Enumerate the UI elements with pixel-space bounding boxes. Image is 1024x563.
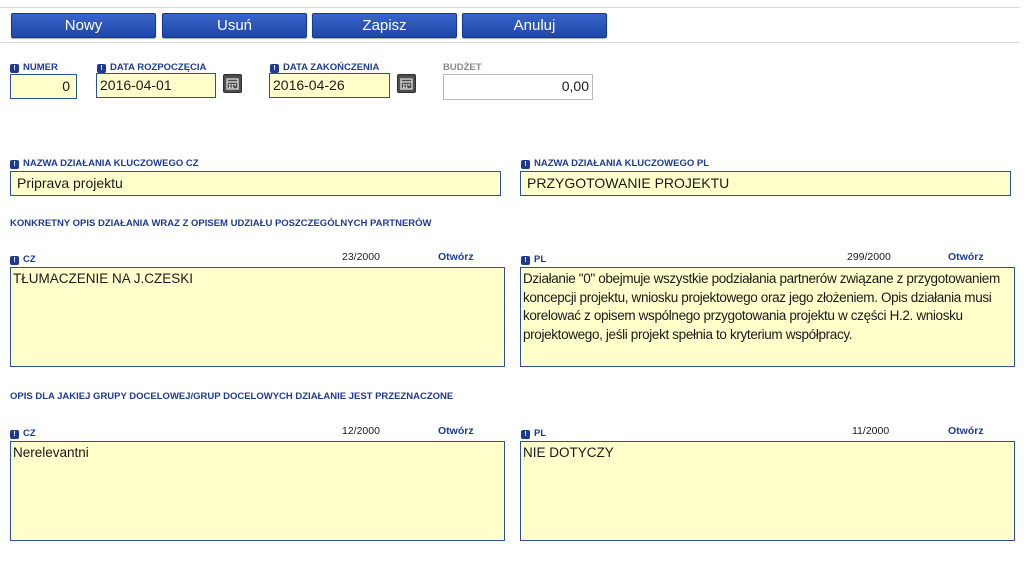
save-button[interactable]: Zapisz xyxy=(312,13,457,38)
target-group-cz-textarea[interactable]: Nerelevantni xyxy=(10,441,505,541)
description-section-heading: KONKRETNY OPIS DZIAŁANIA WRAZ Z OPISEM U… xyxy=(10,218,432,229)
target-group-pl-open-link[interactable]: Otwórz xyxy=(948,425,984,437)
new-button[interactable]: Nowy xyxy=(11,13,156,38)
required-icon: ! xyxy=(97,64,106,73)
cancel-button[interactable]: Anuluj xyxy=(462,13,607,38)
required-icon: ! xyxy=(10,256,19,265)
description-pl-open-link[interactable]: Otwórz xyxy=(948,251,984,263)
required-icon: ! xyxy=(10,160,19,169)
budget-label: BUDŻET xyxy=(443,62,482,73)
target-group-pl-textarea[interactable]: NIE DOTYCZY xyxy=(520,441,1015,541)
description-cz-counter: 23/2000 xyxy=(342,251,380,263)
numer-label: ! NUMER xyxy=(10,62,58,74)
budget-input[interactable]: 0,00 xyxy=(443,74,593,100)
numer-input[interactable]: 0 xyxy=(10,74,77,99)
required-icon: ! xyxy=(521,430,530,439)
target-group-cz-counter: 12/2000 xyxy=(342,425,380,437)
top-divider xyxy=(0,7,1020,8)
target-group-cz-label: ! CZ xyxy=(10,428,36,440)
description-pl-textarea[interactable]: Działanie "0" obejmuje wszystkie podział… xyxy=(520,267,1015,367)
target-group-cz-open-link[interactable]: Otwórz xyxy=(438,425,474,437)
start-date-input[interactable]: 2016-04-01 xyxy=(96,73,216,98)
required-icon: ! xyxy=(10,430,19,439)
description-cz-open-link[interactable]: Otwórz xyxy=(438,251,474,263)
delete-button[interactable]: Usuń xyxy=(162,13,307,38)
name-pl-input[interactable]: PRZYGOTOWANIE PROJEKTU xyxy=(520,171,1011,196)
description-cz-label: ! CZ xyxy=(10,254,36,266)
description-pl-counter: 299/2000 xyxy=(847,251,891,263)
target-group-pl-label: ! PL xyxy=(521,428,546,440)
calendar-icon xyxy=(226,78,239,90)
end-date-input[interactable]: 2016-04-26 xyxy=(269,73,390,98)
target-group-section-heading: OPIS DLA JAKIEJ GRUPY DOCELOWEJ/GRUP DOC… xyxy=(10,391,454,402)
required-icon: ! xyxy=(521,256,530,265)
name-pl-label: ! NAZWA DZIAŁANIA KLUCZOWEGO PL xyxy=(521,158,709,170)
name-cz-label: ! NAZWA DZIAŁANIA KLUCZOWEGO CZ xyxy=(10,158,199,170)
description-cz-textarea[interactable]: TŁUMACZENIE NA J.CZESKI xyxy=(10,267,505,367)
required-icon: ! xyxy=(10,64,19,73)
required-icon: ! xyxy=(521,160,530,169)
target-group-pl-counter: 11/2000 xyxy=(852,425,890,437)
toolbar-divider xyxy=(0,42,1020,43)
start-date-calendar-button[interactable] xyxy=(223,74,242,93)
required-icon: ! xyxy=(270,64,279,73)
calendar-icon xyxy=(400,78,413,90)
end-date-calendar-button[interactable] xyxy=(397,74,416,93)
name-cz-input[interactable]: Priprava projektu xyxy=(10,171,501,196)
description-pl-label: ! PL xyxy=(521,254,546,266)
